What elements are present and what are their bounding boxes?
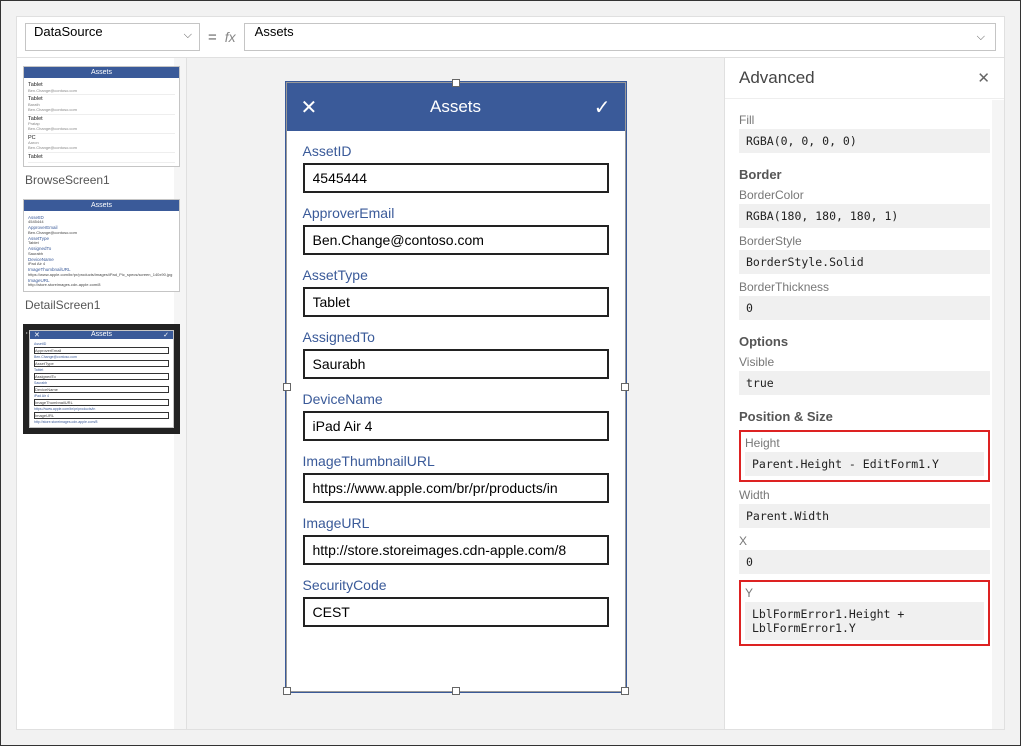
property-label: Visible — [739, 355, 990, 369]
property-label: Height — [745, 436, 984, 450]
field-input[interactable] — [303, 349, 609, 379]
formula-bar: DataSource ⌵ = fx Assets ⌵ — [17, 17, 1004, 58]
thumbnail-browse[interactable]: Assets TabletBen.Change@contoso.comTable… — [23, 66, 180, 167]
form-header: ✕ Assets ✓ — [287, 83, 625, 131]
panel-title: Advanced — [739, 68, 815, 88]
field-label: ImageThumbnailURL — [303, 453, 609, 469]
thumbnail-label: BrowseScreen1 — [25, 173, 180, 187]
property-label: Width — [739, 488, 990, 502]
field-input[interactable] — [303, 597, 609, 627]
property-label: X — [739, 534, 990, 548]
resize-handle[interactable] — [452, 687, 460, 695]
property-label: Y — [745, 586, 984, 600]
form-field: ApproverEmail — [303, 205, 609, 255]
field-input[interactable] — [303, 411, 609, 441]
scrollbar[interactable] — [992, 100, 1004, 729]
resize-handle[interactable] — [621, 687, 629, 695]
field-label: ApproverEmail — [303, 205, 609, 221]
thumbnail-label: DetailScreen1 — [25, 298, 180, 312]
property-value[interactable]: Parent.Height - EditForm1.Y — [745, 452, 984, 476]
field-input[interactable] — [303, 163, 609, 193]
field-label: AssetType — [303, 267, 609, 283]
form-field: AssignedTo — [303, 329, 609, 379]
formula-input[interactable]: Assets ⌵ — [244, 23, 996, 51]
thumbnail-detail[interactable]: Assets AssetID4545444ApproverEmailBen.Ch… — [23, 199, 180, 293]
resize-handle[interactable] — [452, 79, 460, 87]
field-label: AssignedTo — [303, 329, 609, 345]
design-canvas[interactable]: ✕ Assets ✓ AssetID ApproverEmail AssetType… — [187, 58, 724, 729]
chevron-down-icon: ⌵ — [977, 31, 985, 44]
edit-form[interactable]: ✕ Assets ✓ AssetID ApproverEmail AssetType… — [286, 82, 626, 692]
equals-symbol: = — [208, 29, 217, 46]
property-label: Fill — [739, 113, 990, 127]
form-field: ImageURL — [303, 515, 609, 565]
close-icon[interactable]: ✕ — [977, 69, 990, 87]
section-header: Border — [739, 167, 990, 182]
field-input[interactable] — [303, 225, 609, 255]
form-title: Assets — [430, 97, 481, 117]
thumbnail-edit[interactable]: ⋯ ✕Assets✓ AssetIDApproverEmailBen.Chang… — [23, 324, 180, 434]
field-label: ImageURL — [303, 515, 609, 531]
resize-handle[interactable] — [283, 383, 291, 391]
property-value[interactable]: true — [739, 371, 990, 395]
property-value[interactable]: 0 — [739, 296, 990, 320]
close-icon[interactable]: ✕ — [301, 95, 318, 120]
field-input[interactable] — [303, 535, 609, 565]
property-value[interactable]: 0 — [739, 550, 990, 574]
property-label: BorderStyle — [739, 234, 990, 248]
check-icon[interactable]: ✓ — [594, 95, 611, 120]
form-field: AssetType — [303, 267, 609, 317]
section-header: Options — [739, 334, 990, 349]
field-label: DeviceName — [303, 391, 609, 407]
app-shell: DataSource ⌵ = fx Assets ⌵ Assets Tablet… — [16, 16, 1005, 730]
property-value[interactable]: BorderStyle.Solid — [739, 250, 990, 274]
property-value[interactable]: LblFormError1.Height + LblFormError1.Y — [745, 602, 984, 640]
property-value[interactable]: Parent.Width — [739, 504, 990, 528]
advanced-panel: Advanced ✕ Fill RGBA(0, 0, 0, 0) Border Bor… — [724, 58, 1004, 729]
form-field: DeviceName — [303, 391, 609, 441]
form-field: AssetID — [303, 143, 609, 193]
screen-thumbnails: Assets TabletBen.Change@contoso.comTable… — [17, 58, 187, 729]
property-label: BorderColor — [739, 188, 990, 202]
property-label: BorderThickness — [739, 280, 990, 294]
highlighted-property: Y LblFormError1.Height + LblFormError1.Y — [739, 580, 990, 646]
section-header: Position & Size — [739, 409, 990, 424]
highlighted-property: Height Parent.Height - EditForm1.Y — [739, 430, 990, 482]
property-value[interactable]: RGBA(0, 0, 0, 0) — [739, 129, 990, 153]
property-value[interactable]: RGBA(180, 180, 180, 1) — [739, 204, 990, 228]
form-body: AssetID ApproverEmail AssetType AssignedTo D… — [287, 131, 625, 691]
form-field: ImageThumbnailURL — [303, 453, 609, 503]
field-input[interactable] — [303, 287, 609, 317]
field-input[interactable] — [303, 473, 609, 503]
property-selector[interactable]: DataSource ⌵ — [25, 23, 200, 51]
resize-handle[interactable] — [621, 383, 629, 391]
form-field: SecurityCode — [303, 577, 609, 627]
field-label: AssetID — [303, 143, 609, 159]
field-label: SecurityCode — [303, 577, 609, 593]
resize-handle[interactable] — [283, 687, 291, 695]
fx-icon: fx — [225, 29, 236, 45]
